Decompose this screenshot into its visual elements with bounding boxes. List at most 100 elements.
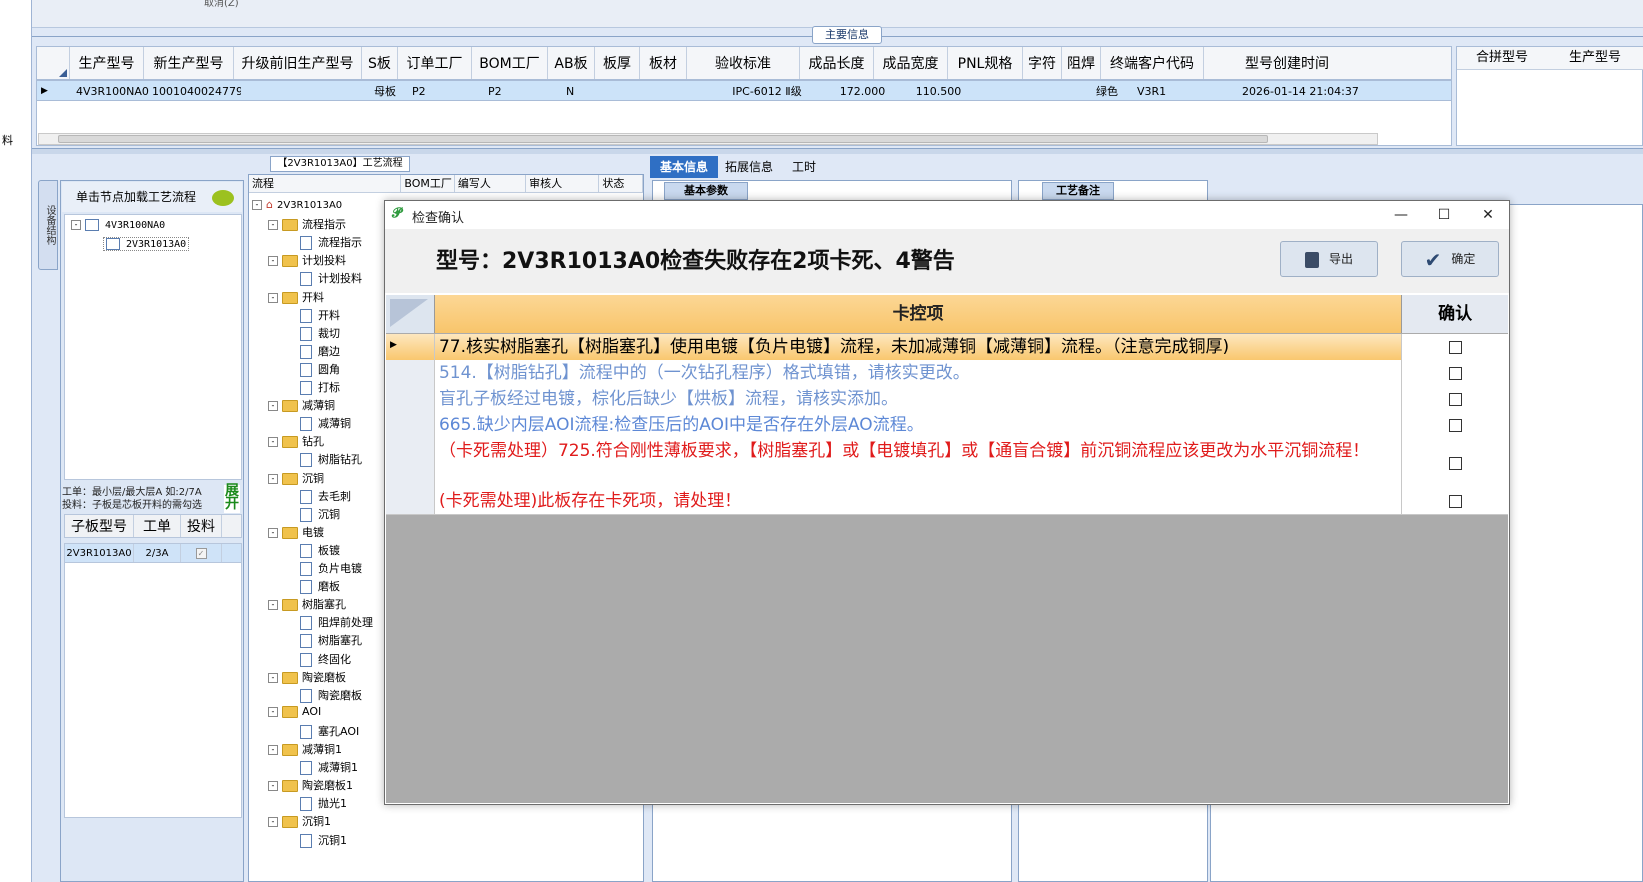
flow-step[interactable]: 去毛刺 (300, 488, 351, 504)
cancel-hint[interactable]: 取消(Z) (204, 0, 239, 9)
col-header[interactable]: 成品长度 (800, 47, 874, 79)
tab-basic-info[interactable]: 基本信息 (650, 156, 718, 178)
cell[interactable]: 2/3A (134, 544, 181, 562)
dialog-titlebar[interactable] (385, 201, 1509, 229)
tree-node[interactable]: -4V3R100NA0 (71, 219, 165, 231)
col-header-confirm[interactable]: 确认 (1402, 295, 1509, 333)
flow-step[interactable]: 塞孔AOI (300, 723, 359, 739)
row-indicator[interactable] (386, 488, 435, 514)
col-header[interactable]: S板 (362, 47, 398, 79)
cell[interactable]: 110.500 (899, 81, 975, 100)
flow-group[interactable]: - 减薄铜 (268, 397, 335, 413)
grid-corner[interactable] (386, 295, 435, 333)
col-header[interactable]: 编写人 (455, 175, 527, 192)
cell[interactable] (659, 81, 708, 100)
table-row[interactable]: 514.【树脂钻孔】流程中的（一次钻孔程序）格式填错，请核实更改。 (386, 360, 1508, 387)
table-row[interactable]: (卡死需处理)此板存在卡死项，请处理！ (386, 488, 1508, 515)
row-indicator[interactable] (386, 386, 435, 412)
flow-step[interactable]: 减薄铜1 (300, 759, 358, 776)
col-header[interactable]: 板厚 (595, 47, 640, 79)
expand-button[interactable]: 展开 (224, 484, 240, 513)
row-indicator[interactable] (386, 412, 435, 438)
col-header[interactable]: 板材 (640, 47, 687, 79)
side-tab[interactable]: 设备结构 (38, 180, 58, 270)
table-row[interactable]: 盲孔子板经过电镀，棕化后缺少【烘板】流程，请核实添加。 (386, 386, 1508, 413)
col-header[interactable]: AB板 (548, 47, 595, 79)
flow-step[interactable]: 裁切 (300, 325, 340, 341)
flow-step[interactable]: 开料 (300, 307, 340, 323)
flow-group[interactable]: - 陶瓷磨板 (268, 669, 346, 685)
col-header[interactable]: PNL规格 (948, 47, 1023, 79)
col-header[interactable]: 子板型号 (65, 515, 134, 537)
col-header[interactable]: 新生产型号 (144, 47, 234, 79)
close-icon[interactable]: ✕ (1478, 206, 1498, 224)
cell[interactable]: 172.000 (823, 81, 899, 100)
row-indicator[interactable] (386, 360, 435, 386)
flow-group[interactable]: - 树脂塞孔 (268, 596, 346, 612)
maximize-icon[interactable]: ☐ (1434, 206, 1454, 224)
confirm-checkbox[interactable] (1449, 392, 1463, 406)
confirm-cell[interactable] (1402, 412, 1508, 438)
col-header[interactable]: 升级前旧生产型号 (234, 47, 362, 79)
flow-step[interactable]: 流程指示 (300, 234, 362, 251)
cell[interactable]: 10010400247796 (149, 81, 241, 100)
cell[interactable] (975, 81, 1052, 100)
flow-group[interactable]: - 开料 (268, 289, 324, 305)
row-indicator[interactable]: ▶ (386, 334, 435, 360)
col-header[interactable]: 投料 (181, 515, 222, 537)
flow-step[interactable]: 终固化 (300, 651, 351, 667)
flow-step[interactable]: 树脂钻孔 (300, 451, 362, 468)
tab-work-hours[interactable]: 工时 (784, 156, 824, 178)
cell[interactable]: P2 (409, 81, 485, 100)
col-header[interactable]: BOM工厂 (472, 47, 548, 79)
scroll-thumb[interactable] (58, 135, 1268, 143)
flow-step[interactable]: 沉铜 (300, 506, 340, 522)
flow-step[interactable]: 阻焊前处理 (300, 614, 373, 631)
export-button[interactable]: 导出 (1280, 241, 1378, 277)
col-header[interactable]: 阻焊 (1062, 47, 1101, 79)
col-header[interactable]: 字符 (1023, 47, 1062, 79)
confirm-checkbox[interactable] (1449, 418, 1463, 432)
cell[interactable]: IPC-6012 Ⅱ级 (708, 81, 823, 100)
flow-step[interactable]: 抛光1 (300, 795, 347, 812)
flow-step[interactable]: 打标 (300, 379, 340, 395)
col-header[interactable]: 生产型号 (1547, 47, 1643, 70)
col-header[interactable]: 验收标准 (687, 47, 800, 79)
cell[interactable]: 2026-01-14 21:04:37 (1239, 81, 1408, 100)
confirm-cell[interactable] (1402, 334, 1508, 360)
flow-step[interactable]: 圆角 (300, 361, 340, 377)
confirm-cell[interactable] (1402, 386, 1508, 412)
cell[interactable]: V3R1 (1134, 81, 1239, 100)
col-header[interactable]: 终端客户代码 (1101, 47, 1204, 79)
flow-step[interactable]: 磨板 (300, 578, 340, 595)
cell[interactable]: 母板 (371, 81, 409, 100)
col-header[interactable]: 流程 (249, 175, 402, 192)
flow-root[interactable]: - ⌂ 2V3R1013A0 (252, 198, 342, 211)
confirm-checkbox[interactable] (1449, 366, 1463, 380)
flow-step[interactable]: 板镀 (300, 542, 340, 558)
table-row[interactable]: （卡死需处理）725.符合刚性薄板要求，【树脂塞孔】或【电镀填孔】或【通盲合镀】… (386, 438, 1508, 489)
flow-group[interactable]: - 计划投料 (268, 252, 346, 268)
cell[interactable]: 2V3R1013A0 (65, 544, 134, 562)
cell[interactable]: ✓ (181, 544, 222, 562)
col-header[interactable]: 工单 (134, 515, 181, 537)
flow-group[interactable]: - AOI (268, 705, 321, 718)
col-header[interactable]: 审核人 (526, 175, 600, 192)
cell[interactable]: P2 (485, 81, 563, 100)
flow-group[interactable]: - 电镀 (268, 524, 324, 540)
cell[interactable]: 绿色 (1093, 81, 1134, 100)
confirm-checkbox[interactable] (1449, 494, 1463, 508)
confirm-checkbox[interactable] (1449, 456, 1463, 470)
cell[interactable]: 4V3R100NA0 (73, 81, 149, 100)
flow-group[interactable]: - 沉铜 (268, 470, 324, 486)
sub-board-row[interactable]: 2V3R1013A0 2/3A ✓ (64, 543, 242, 563)
flow-step[interactable]: 陶瓷磨板 (300, 687, 362, 703)
cell[interactable] (1052, 81, 1093, 100)
cell[interactable]: N (563, 81, 612, 100)
flow-group[interactable]: - 流程指示 (268, 216, 346, 232)
confirm-button[interactable]: ✔ 确定 (1401, 241, 1499, 277)
tree-node-selected[interactable]: 2V3R1013A0 (103, 237, 190, 251)
flow-step[interactable]: 减薄铜 (300, 415, 351, 432)
col-header[interactable]: 成品宽度 (874, 47, 948, 79)
row-indicator[interactable] (386, 438, 435, 488)
